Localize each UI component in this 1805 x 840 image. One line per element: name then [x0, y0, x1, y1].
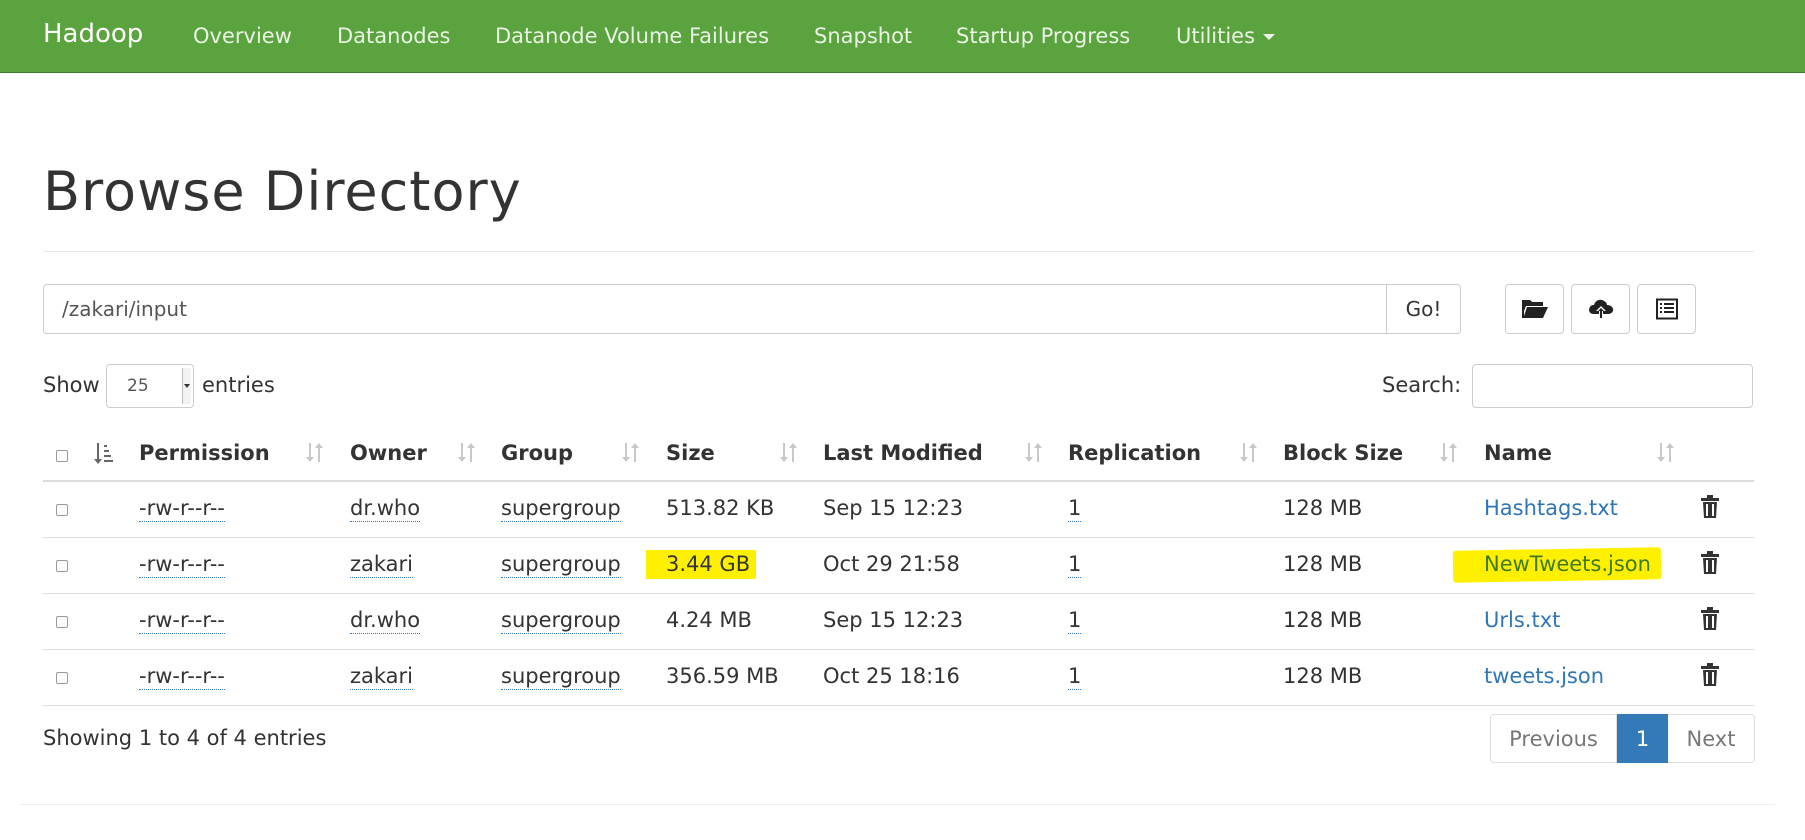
replication-cell[interactable]: 1	[1068, 664, 1082, 690]
column-permission[interactable]: Permission	[139, 441, 270, 465]
group-cell[interactable]: supergroup	[501, 496, 621, 522]
last-modified-cell: Oct 29 21:58	[823, 552, 960, 576]
replication-cell[interactable]: 1	[1068, 496, 1082, 522]
size-cell: 4.24 MB	[666, 608, 752, 632]
size-cell: 3.44 GB	[666, 552, 751, 576]
create-directory-button[interactable]	[1505, 284, 1564, 334]
directory-path-input[interactable]	[43, 284, 1387, 334]
trash-icon[interactable]	[1700, 607, 1720, 631]
nav-startup-progress[interactable]: Startup Progress	[956, 24, 1130, 48]
cloud-upload-icon	[1588, 299, 1613, 319]
file-name-link[interactable]: tweets.json	[1484, 664, 1604, 688]
owner-cell[interactable]: zakari	[350, 664, 414, 690]
pagination: Previous 1 Next	[1490, 714, 1755, 763]
nav-datanodes[interactable]: Datanodes	[337, 24, 451, 48]
page-1-button[interactable]: 1	[1617, 714, 1668, 763]
permission-cell[interactable]: -rw-r--r--	[139, 664, 225, 690]
last-modified-cell: Sep 15 12:23	[823, 496, 964, 520]
sort-icon[interactable]	[777, 442, 799, 464]
upload-file-button[interactable]	[1571, 284, 1630, 334]
replication-cell[interactable]: 1	[1068, 608, 1082, 634]
brand-logo[interactable]: Hadoop	[43, 19, 143, 49]
column-block-size[interactable]: Block Size	[1283, 441, 1403, 465]
entries-per-page-select[interactable]: 25	[106, 364, 194, 408]
sort-icon[interactable]	[303, 442, 325, 464]
owner-cell[interactable]: dr.who	[350, 496, 421, 522]
size-cell: 356.59 MB	[666, 664, 779, 688]
column-owner[interactable]: Owner	[350, 441, 427, 465]
nav-utilities-dropdown[interactable]: Utilities	[1176, 24, 1276, 48]
nav-datanode-volume-failures[interactable]: Datanode Volume Failures	[495, 24, 769, 48]
sort-icon[interactable]	[1022, 442, 1044, 464]
next-page-button[interactable]: Next	[1668, 714, 1755, 763]
size-cell: 513.82 KB	[666, 496, 775, 520]
last-modified-cell: Oct 25 18:16	[823, 664, 960, 688]
table-info: Showing 1 to 4 of 4 entries	[43, 726, 327, 750]
column-size[interactable]: Size	[666, 441, 715, 465]
search-label: Search:	[1382, 373, 1462, 397]
select-all-checkbox[interactable]	[56, 450, 68, 462]
replication-cell[interactable]: 1	[1068, 552, 1082, 578]
trash-icon[interactable]	[1700, 495, 1720, 519]
sort-icon[interactable]	[1237, 442, 1259, 464]
sort-icon[interactable]	[1654, 442, 1676, 464]
file-table: Permission Owner Group Size Last Modifie…	[43, 431, 1754, 706]
table-row: -rw-r--r-- zakari supergroup 3.44 GB Oct…	[43, 538, 1754, 594]
permission-cell[interactable]: -rw-r--r--	[139, 608, 225, 634]
sort-icon[interactable]	[619, 442, 641, 464]
table-row: -rw-r--r-- dr.who supergroup 4.24 MB Sep…	[43, 594, 1754, 650]
folder-open-icon	[1521, 300, 1548, 318]
file-name-link[interactable]: NewTweets.json	[1484, 552, 1651, 576]
page-title: Browse Directory	[43, 160, 522, 223]
nav-snapshot[interactable]: Snapshot	[814, 24, 912, 48]
permission-cell[interactable]: -rw-r--r--	[139, 496, 225, 522]
nav-overview[interactable]: Overview	[193, 24, 292, 48]
trash-icon[interactable]	[1700, 663, 1720, 687]
sort-order-icon[interactable]	[92, 442, 114, 464]
column-last-modified[interactable]: Last Modified	[823, 441, 983, 465]
footer-divider	[21, 804, 1775, 805]
cut-paste-button[interactable]	[1637, 284, 1696, 334]
file-name-link[interactable]: Hashtags.txt	[1484, 496, 1618, 520]
owner-cell[interactable]: zakari	[350, 552, 414, 578]
top-navbar: Hadoop Overview Datanodes Datanode Volum…	[0, 0, 1805, 73]
trash-icon[interactable]	[1700, 551, 1720, 575]
block-size-cell: 128 MB	[1283, 552, 1363, 576]
group-cell[interactable]: supergroup	[501, 552, 621, 578]
file-name-link[interactable]: Urls.txt	[1484, 608, 1560, 632]
block-size-cell: 128 MB	[1283, 608, 1363, 632]
caret-down-icon	[1263, 34, 1276, 40]
search-input[interactable]	[1472, 364, 1753, 408]
select-arrow-icon	[182, 368, 191, 404]
sort-icon[interactable]	[455, 442, 477, 464]
previous-page-button[interactable]: Previous	[1490, 714, 1617, 763]
column-name[interactable]: Name	[1484, 441, 1552, 465]
sort-icon[interactable]	[1437, 442, 1459, 464]
group-cell[interactable]: supergroup	[501, 664, 621, 690]
row-checkbox[interactable]	[56, 504, 68, 516]
row-checkbox[interactable]	[56, 560, 68, 572]
table-header: Permission Owner Group Size Last Modifie…	[43, 431, 1754, 482]
table-row: -rw-r--r-- dr.who supergroup 513.82 KB S…	[43, 482, 1754, 538]
group-cell[interactable]: supergroup	[501, 608, 621, 634]
owner-cell[interactable]: dr.who	[350, 608, 421, 634]
entries-label: entries	[202, 373, 275, 397]
go-button[interactable]: Go!	[1386, 284, 1461, 334]
table-row: -rw-r--r-- zakari supergroup 356.59 MB O…	[43, 650, 1754, 706]
permission-cell[interactable]: -rw-r--r--	[139, 552, 225, 578]
show-label: Show	[43, 373, 100, 397]
nav-utilities-label: Utilities	[1176, 24, 1256, 48]
block-size-cell: 128 MB	[1283, 664, 1363, 688]
last-modified-cell: Sep 15 12:23	[823, 608, 964, 632]
row-checkbox[interactable]	[56, 616, 68, 628]
list-alt-icon	[1655, 298, 1678, 320]
entries-select-value: 25	[127, 376, 149, 396]
divider	[43, 251, 1754, 252]
column-group[interactable]: Group	[501, 441, 573, 465]
column-replication[interactable]: Replication	[1068, 441, 1201, 465]
block-size-cell: 128 MB	[1283, 496, 1363, 520]
row-checkbox[interactable]	[56, 672, 68, 684]
